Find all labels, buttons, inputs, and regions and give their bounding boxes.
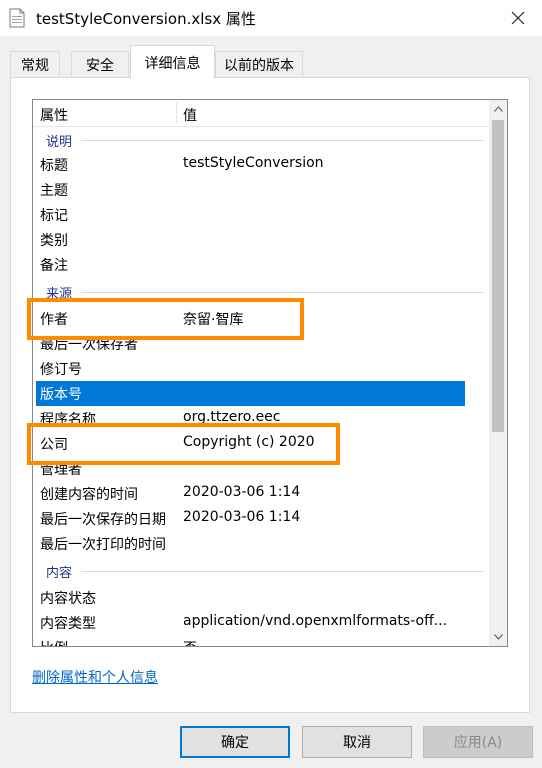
- property-value: 奈留·智库: [183, 312, 244, 328]
- list-item[interactable]: 类别: [33, 227, 489, 252]
- apply-button[interactable]: 应用(A): [423, 726, 533, 758]
- remove-properties-link[interactable]: 删除属性和个人信息: [32, 667, 158, 687]
- list-header: 属性 值: [33, 100, 489, 127]
- property-name: 修订号: [40, 362, 82, 378]
- scroll-down-button[interactable]: [489, 628, 507, 646]
- list-item[interactable]: 最后一次保存的日期 2020-03-06 1:14: [33, 506, 489, 531]
- header-value[interactable]: 值: [183, 105, 197, 125]
- close-button[interactable]: [502, 2, 534, 34]
- excel-file-icon: [9, 8, 25, 28]
- tab-previous-versions[interactable]: 以前的版本: [215, 51, 303, 78]
- property-name: 作者: [40, 312, 68, 328]
- tab-details[interactable]: 详细信息: [130, 45, 215, 79]
- list-item[interactable]: 创建内容的时间 2020-03-06 1:14: [33, 481, 489, 506]
- scroll-up-button[interactable]: [489, 100, 507, 118]
- cancel-button[interactable]: 取消: [302, 726, 412, 758]
- title-bar: testStyleConversion.xlsx 属性: [0, 0, 542, 36]
- tab-security[interactable]: 安全: [71, 51, 129, 78]
- group-label: 说明: [46, 135, 73, 150]
- list-item[interactable]: 最后一次保存者: [33, 331, 489, 356]
- ok-button[interactable]: 确定: [180, 726, 290, 758]
- group-label: 来源: [46, 287, 73, 302]
- property-name: 最后一次保存的日期: [40, 512, 166, 528]
- properties-list[interactable]: 属性 值 说明 标题 testStyleConversion 主题 标记 类别 备…: [32, 99, 508, 647]
- property-name: 主题: [40, 183, 68, 199]
- header-property[interactable]: 属性: [40, 105, 68, 125]
- property-name: 标题: [40, 158, 68, 174]
- close-icon: [511, 11, 525, 25]
- vertical-scrollbar[interactable]: [489, 100, 507, 646]
- list-item[interactable]: 内容类型 application/vnd.openxmlformats-off..…: [33, 610, 489, 635]
- tab-bar: 常规 安全 详细信息 以前的版本: [0, 36, 542, 79]
- list-item[interactable]: 最后一次打印的时间: [33, 531, 489, 556]
- list-item[interactable]: 标记: [33, 202, 489, 227]
- property-value: 否: [183, 638, 197, 646]
- property-value: 2020-03-06 1:14: [183, 484, 301, 500]
- tab-general[interactable]: 常规: [10, 51, 60, 78]
- chevron-up-icon: [493, 106, 503, 112]
- list-item[interactable]: 比例 否: [33, 635, 489, 646]
- list-item[interactable]: 作者 奈留·智库: [33, 306, 489, 331]
- property-value: testStyleConversion: [183, 155, 324, 171]
- group-divider: [81, 571, 483, 572]
- property-name: 标记: [40, 208, 68, 224]
- property-name: 备注: [40, 258, 68, 274]
- window-title: testStyleConversion.xlsx 属性: [36, 10, 256, 28]
- property-name: 内容类型: [40, 616, 96, 632]
- list-item[interactable]: 内容状态: [33, 585, 489, 610]
- property-name: 最后一次打印的时间: [40, 537, 166, 553]
- list-item[interactable]: 备注: [33, 252, 489, 277]
- list-item[interactable]: 管理者: [33, 456, 489, 481]
- list-item[interactable]: 公司 Copyright (c) 2020: [33, 431, 489, 456]
- list-item[interactable]: 标题 testStyleConversion: [33, 152, 489, 177]
- list-item[interactable]: 程序名称 org.ttzero.eec: [33, 406, 489, 431]
- group-divider: [81, 292, 483, 293]
- property-value: org.ttzero.eec: [183, 409, 281, 425]
- group-description: 说明: [33, 127, 489, 152]
- property-value: 2020-03-06 1:14: [183, 509, 301, 525]
- property-name: 版本号: [40, 387, 82, 403]
- property-name: 管理者: [40, 462, 82, 478]
- list-item[interactable]: 修订号: [33, 356, 489, 381]
- group-divider: [81, 140, 483, 141]
- group-origin: 来源: [33, 279, 489, 304]
- property-name: 类别: [40, 233, 68, 249]
- property-value: Copyright (c) 2020: [183, 434, 315, 450]
- header-separator[interactable]: [176, 102, 177, 124]
- property-name: 最后一次保存者: [40, 337, 138, 353]
- property-value: application/vnd.openxmlformats-off...: [183, 613, 448, 629]
- property-name: 创建内容的时间: [40, 487, 138, 503]
- list-item[interactable]: 主题: [33, 177, 489, 202]
- scrollbar-thumb[interactable]: [492, 120, 504, 432]
- property-name: 内容状态: [40, 591, 96, 607]
- group-content: 内容: [33, 558, 489, 583]
- list-item-selected[interactable]: 版本号: [36, 381, 465, 406]
- chevron-down-icon: [493, 634, 503, 640]
- property-name: 比例: [40, 638, 68, 646]
- group-label: 内容: [46, 566, 73, 581]
- property-name: 程序名称: [40, 412, 96, 428]
- property-name: 公司: [40, 437, 68, 453]
